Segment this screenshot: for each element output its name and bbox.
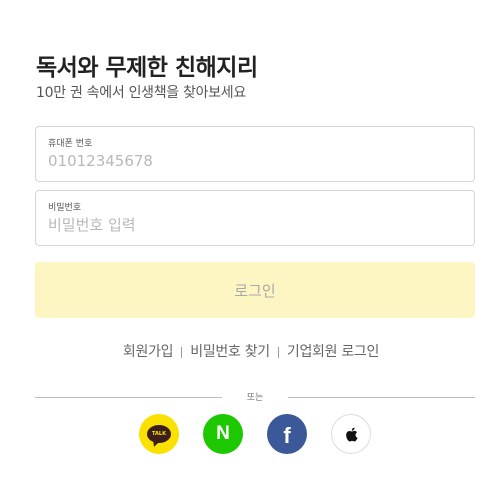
- page-title: 독서와 무제한 친해지리: [36, 55, 258, 81]
- password-input[interactable]: [48, 213, 458, 237]
- account-links: 회원가입 비밀번호 찾기 기업회원 로그인: [0, 341, 502, 361]
- facebook-login-button[interactable]: f: [267, 414, 307, 454]
- link-separator: [181, 346, 183, 358]
- phone-field-label: 휴대폰 번호: [48, 139, 93, 149]
- naver-login-button[interactable]: N: [203, 414, 243, 454]
- login-button[interactable]: 로그인: [35, 262, 475, 318]
- kakao-login-button[interactable]: TALK: [139, 414, 179, 454]
- kakao-icon: TALK: [147, 425, 171, 443]
- divider-text: 또는: [246, 393, 264, 403]
- business-login-link[interactable]: 기업회원 로그인: [287, 344, 380, 360]
- password-field-label: 비밀번호: [48, 203, 82, 213]
- page-subtitle: 10만 권 속에서 인생책을 찾아보세요: [36, 85, 246, 101]
- password-field[interactable]: 비밀번호: [35, 190, 475, 246]
- link-separator: [277, 346, 279, 358]
- naver-icon: N: [216, 423, 230, 444]
- find-password-link[interactable]: 비밀번호 찾기: [190, 344, 270, 360]
- kakao-icon-text: TALK: [152, 431, 166, 437]
- apple-login-button[interactable]: [331, 414, 371, 454]
- apple-icon: [345, 427, 358, 442]
- phone-field[interactable]: 휴대폰 번호: [35, 126, 475, 182]
- divider-line-left: [35, 397, 222, 398]
- facebook-icon: f: [283, 422, 291, 448]
- phone-input[interactable]: [48, 149, 458, 173]
- signup-link[interactable]: 회원가입: [123, 344, 174, 360]
- divider-line-right: [288, 397, 475, 398]
